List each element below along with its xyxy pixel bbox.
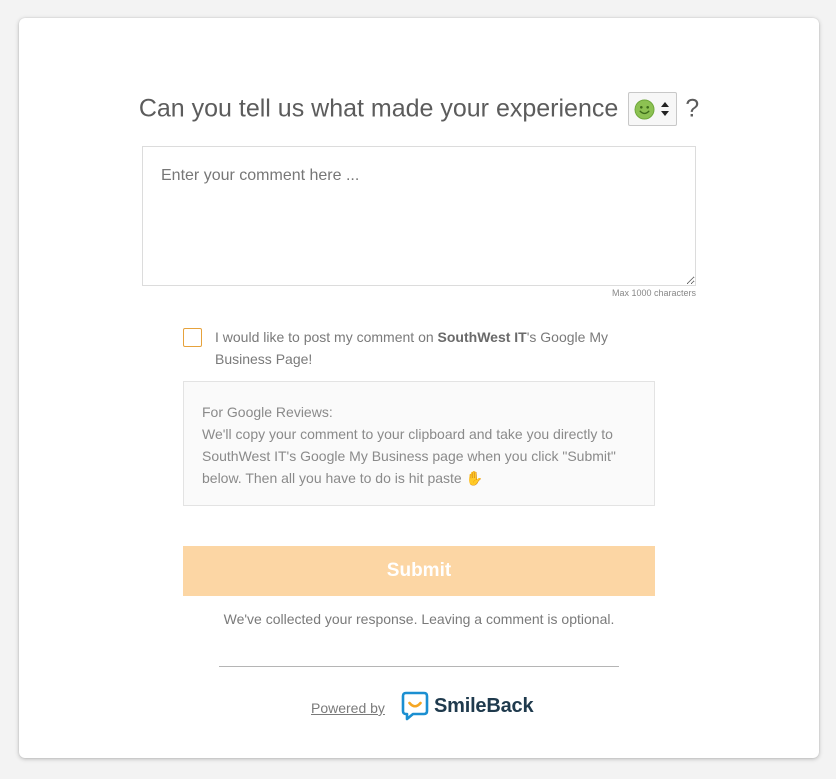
- smileback-brand-name: SmileBack: [434, 694, 534, 717]
- mood-select[interactable]: [628, 92, 678, 126]
- google-info-heading: For Google Reviews:: [202, 404, 333, 420]
- footer-divider: [219, 666, 619, 667]
- company-name: SouthWest IT: [437, 329, 527, 345]
- google-info-body: We'll copy your comment to your clipboar…: [202, 426, 616, 486]
- google-consent-checkbox[interactable]: [183, 328, 202, 347]
- smiley-face-icon: [634, 99, 655, 120]
- smileback-logo-icon: [401, 691, 429, 721]
- smileback-logo[interactable]: SmileBack: [401, 691, 534, 721]
- question-heading: Can you tell us what made your experienc…: [19, 92, 819, 126]
- select-arrows-icon: [661, 102, 670, 116]
- submit-button[interactable]: Submit: [183, 546, 655, 596]
- question-text: Can you tell us what made your experienc…: [138, 94, 619, 123]
- google-consent-label[interactable]: I would like to post my comment on South…: [215, 326, 663, 370]
- google-reviews-info: For Google Reviews: We'll copy your comm…: [183, 381, 655, 506]
- max-characters-hint: Max 1000 characters: [611, 288, 696, 298]
- question-mark: ?: [685, 94, 700, 123]
- survey-card: Can you tell us what made your experienc…: [19, 18, 819, 758]
- raised-hand-icon: ✋: [465, 470, 484, 486]
- comment-textarea[interactable]: [142, 146, 696, 286]
- powered-by-link[interactable]: Powered by: [311, 700, 385, 716]
- collected-response-message: We've collected your response. Leaving a…: [223, 611, 615, 627]
